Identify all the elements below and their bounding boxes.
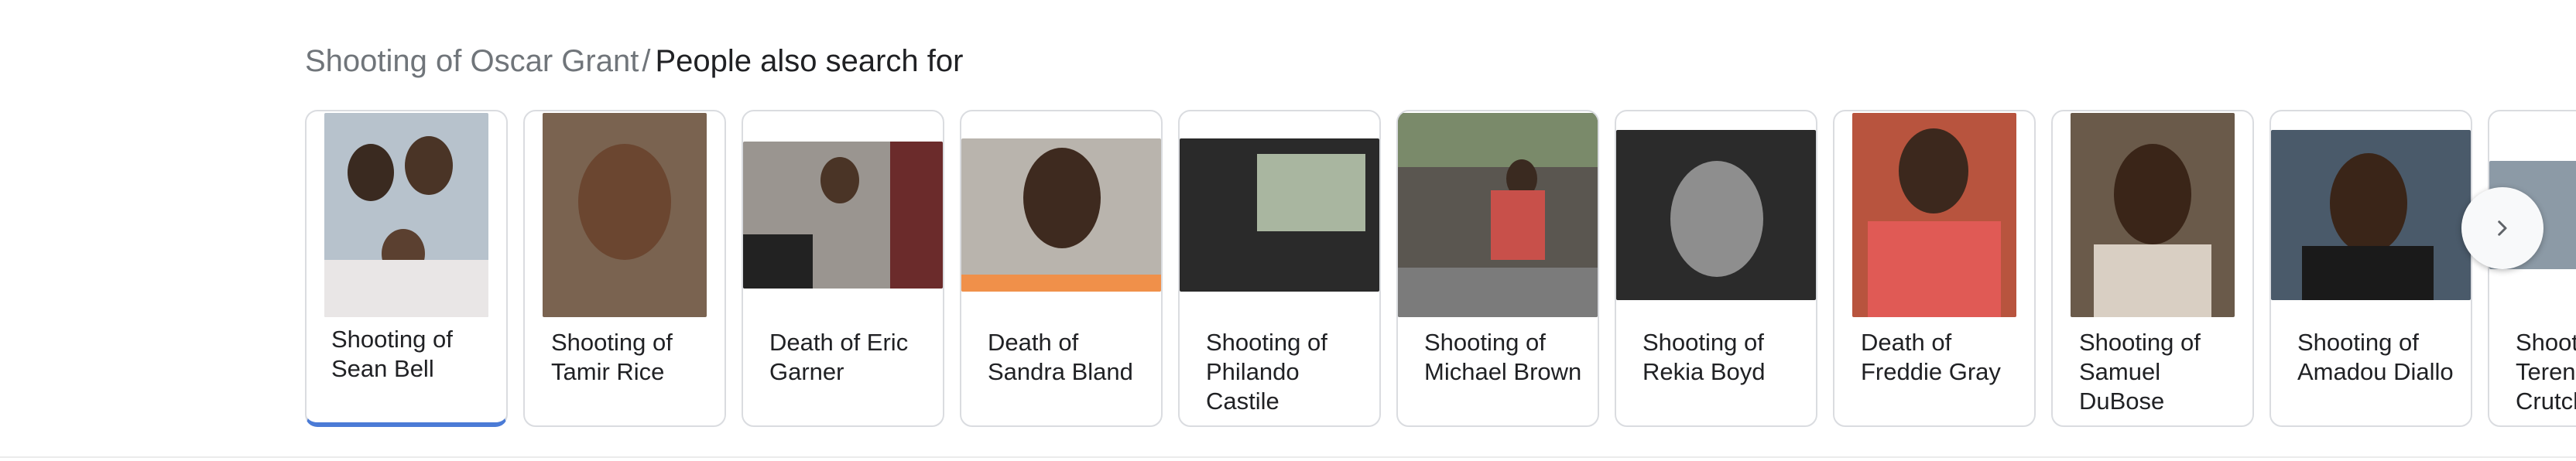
section-divider bbox=[0, 456, 2576, 458]
card-label: Shooting of Tamir Rice bbox=[551, 329, 673, 385]
card-rekia-boyd[interactable]: Shooting of Rekia Boyd bbox=[1615, 110, 1817, 427]
card-samuel-dubose[interactable]: Shooting of Samuel DuBose bbox=[2051, 110, 2254, 427]
card-image bbox=[743, 111, 943, 319]
section-title: People also search for bbox=[655, 44, 964, 78]
chevron-right-icon bbox=[2498, 220, 2507, 236]
card-label: Death of Sandra Bland bbox=[988, 329, 1133, 385]
card-tamir-rice[interactable]: Shooting of Tamir Rice bbox=[523, 110, 726, 427]
card-label: Death of Freddie Gray bbox=[1861, 329, 2001, 385]
card-label: Shooting of Samuel DuBose bbox=[2079, 329, 2201, 415]
card-michael-brown[interactable]: Shooting of Michael Brown bbox=[1396, 110, 1599, 427]
card-label: Shooting of Philando Castile bbox=[1206, 329, 1327, 415]
card-image bbox=[307, 111, 506, 319]
card-image bbox=[1616, 111, 1816, 319]
card-label: Shooting of Michael Brown bbox=[1424, 329, 1582, 385]
card-image bbox=[1834, 111, 2034, 319]
card-freddie-gray[interactable]: Death of Freddie Gray bbox=[1833, 110, 2036, 427]
card-image bbox=[961, 111, 1161, 319]
card-philando-castile[interactable]: Shooting of Philando Castile bbox=[1178, 110, 1381, 427]
card-amadou-diallo[interactable]: Shooting of Amadou Diallo bbox=[2269, 110, 2472, 427]
breadcrumb-separator: / bbox=[642, 44, 651, 78]
card-image bbox=[2271, 111, 2471, 319]
card-sean-bell[interactable]: Shooting of Sean Bell bbox=[305, 110, 508, 427]
card-label: Shooting of Terence Crutcher bbox=[2516, 329, 2576, 415]
carousel-next-button[interactable] bbox=[2461, 187, 2543, 269]
card-image bbox=[2053, 111, 2252, 319]
card-label: Death of Eric Garner bbox=[769, 329, 909, 385]
card-image bbox=[1398, 111, 1598, 319]
card-image bbox=[1180, 111, 1379, 319]
people-carousel: Shooting of Sean Bell Shooting of Tamir … bbox=[305, 110, 2576, 435]
card-label: Shooting of Amadou Diallo bbox=[2297, 329, 2454, 385]
card-sandra-bland[interactable]: Death of Sandra Bland bbox=[960, 110, 1163, 427]
card-label: Shooting of Sean Bell bbox=[331, 326, 453, 382]
card-image bbox=[525, 111, 724, 319]
card-eric-garner[interactable]: Death of Eric Garner bbox=[742, 110, 944, 427]
card-label: Shooting of Rekia Boyd bbox=[1643, 329, 1766, 385]
section-header: Shooting of Oscar Grant / People also sear… bbox=[305, 39, 963, 84]
breadcrumb-link[interactable]: Shooting of Oscar Grant bbox=[305, 44, 639, 78]
